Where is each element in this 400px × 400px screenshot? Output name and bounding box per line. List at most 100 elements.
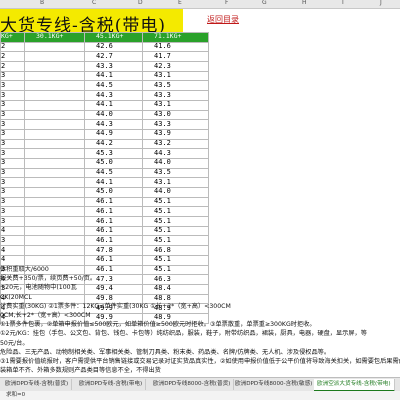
table-cell[interactable]: 3 (0, 90, 25, 101)
table-cell[interactable]: 3 (0, 235, 25, 247)
table-cell[interactable]: 45.1 (142, 216, 209, 227)
table-cell[interactable] (24, 206, 85, 218)
sheet-title-cell[interactable]: 大货专线-含税(带电) (0, 9, 183, 36)
table-cell[interactable]: 3 (0, 119, 25, 130)
table-cell[interactable]: 45.1 (142, 196, 209, 208)
table-cell[interactable]: 2 (0, 61, 25, 72)
table-cell[interactable]: 43.1 (142, 70, 209, 82)
table-cell[interactable]: 3 (0, 206, 25, 218)
sheet-tab[interactable]: 欧洲DPD专线-含税(带电) (76, 379, 147, 390)
table-cell[interactable]: 44.9 (84, 128, 143, 140)
table-cell[interactable]: 3 (0, 148, 25, 159)
table-cell[interactable]: 3 (0, 138, 25, 150)
table-cell[interactable]: 44.3 (142, 148, 209, 159)
table-cell[interactable]: 3 (0, 109, 25, 121)
table-cell[interactable]: 44.3 (84, 119, 143, 130)
column-header[interactable]: B (40, 0, 44, 6)
table-cell[interactable]: 4 (0, 245, 25, 256)
table-cell[interactable]: 44.2 (84, 138, 143, 150)
table-cell[interactable]: 43.3 (142, 119, 209, 130)
table-cell[interactable] (24, 177, 85, 188)
table-cell[interactable]: 44.5 (84, 167, 143, 179)
sheet-tab[interactable]: 欧洲DPD专线8000-含税(普货) (150, 379, 235, 390)
table-cell[interactable] (24, 138, 85, 150)
table-cell[interactable] (24, 216, 85, 227)
table-cell[interactable]: 3 (0, 177, 25, 188)
table-cell[interactable]: 3 (0, 167, 25, 179)
table-cell[interactable]: 2 (0, 51, 25, 63)
sheet-tab[interactable]: 欧洲DPD专线-含税(普货) (2, 379, 73, 390)
table-cell[interactable]: 2 (0, 41, 25, 53)
table-cell[interactable] (24, 119, 85, 130)
table-cell[interactable] (24, 187, 85, 198)
header-cell-kg[interactable]: KG+ (0, 32, 25, 43)
table-cell[interactable]: 43.3 (84, 61, 143, 72)
table-cell[interactable]: 44.1 (84, 70, 143, 82)
column-header[interactable]: H (302, 0, 307, 6)
table-cell[interactable]: 46.1 (84, 254, 143, 266)
table-cell[interactable]: 45.1 (142, 225, 209, 237)
table-cell[interactable] (24, 109, 85, 121)
table-cell[interactable] (24, 80, 85, 92)
back-to-index-link[interactable]: 返回目录 (207, 14, 239, 25)
sheet-tab[interactable]: 欧洲DPD专线8000-含税(敏感) (232, 379, 317, 390)
column-header[interactable]: D (138, 0, 143, 6)
table-cell[interactable]: 3 (0, 157, 25, 169)
table-cell[interactable] (24, 167, 85, 179)
column-header[interactable]: I (342, 0, 344, 6)
table-cell[interactable]: 44.1 (84, 99, 143, 111)
table-cell[interactable]: 43.2 (142, 138, 209, 150)
table-cell[interactable] (24, 148, 85, 159)
table-cell[interactable] (24, 235, 85, 247)
table-cell[interactable]: 4 (0, 254, 25, 266)
table-cell[interactable]: 44.1 (84, 177, 143, 188)
table-cell[interactable]: 45.1 (142, 254, 209, 266)
table-cell[interactable] (24, 128, 85, 140)
header-cell-45kg[interactable]: 45.1KG+ (84, 32, 143, 43)
header-cell-71kg[interactable]: 71.1KG+ (142, 32, 209, 43)
column-header[interactable]: J (380, 0, 382, 6)
table-cell[interactable]: 43.5 (142, 167, 209, 179)
table-cell[interactable]: 41.7 (142, 51, 209, 63)
table-cell[interactable]: 3 (0, 80, 25, 92)
table-cell[interactable]: 43.3 (142, 90, 209, 101)
column-header[interactable]: E (178, 0, 182, 6)
table-cell[interactable]: 45.1 (142, 235, 209, 247)
table-cell[interactable] (24, 157, 85, 169)
table-cell[interactable]: 43.5 (142, 80, 209, 92)
table-cell[interactable]: 45.3 (84, 148, 143, 159)
table-cell[interactable]: 3 (0, 216, 25, 227)
table-cell[interactable] (24, 90, 85, 101)
column-header[interactable]: F (225, 0, 228, 6)
table-cell[interactable] (24, 254, 85, 266)
table-cell[interactable] (24, 61, 85, 72)
table-cell[interactable] (24, 245, 85, 256)
table-cell[interactable]: 46.1 (84, 235, 143, 247)
table-cell[interactable]: 45.0 (84, 187, 143, 198)
table-cell[interactable]: 45.0 (84, 157, 143, 169)
table-cell[interactable]: 46.8 (142, 245, 209, 256)
header-cell-30kg[interactable]: 30.1KG+ (24, 32, 85, 43)
table-cell[interactable]: 44.5 (84, 80, 143, 92)
table-cell[interactable]: 3 (0, 128, 25, 140)
table-cell[interactable]: 46.1 (84, 196, 143, 208)
table-cell[interactable] (24, 225, 85, 237)
table-cell[interactable] (24, 70, 85, 82)
table-cell[interactable]: 3 (0, 187, 25, 198)
table-cell[interactable]: 43.1 (142, 177, 209, 188)
table-cell[interactable]: 4 (0, 225, 25, 237)
table-cell[interactable]: 42.3 (142, 61, 209, 72)
table-cell[interactable]: 44.0 (142, 157, 209, 169)
table-cell[interactable]: 44.0 (84, 109, 143, 121)
table-cell[interactable] (24, 99, 85, 111)
table-cell[interactable] (24, 41, 85, 53)
column-header[interactable]: C (92, 0, 96, 6)
table-cell[interactable]: 47.8 (84, 245, 143, 256)
table-cell[interactable]: 46.1 (84, 225, 143, 237)
column-header[interactable]: G (262, 0, 267, 6)
table-cell[interactable]: 3 (0, 99, 25, 111)
table-cell[interactable]: 43.1 (142, 99, 209, 111)
table-cell[interactable]: 43.9 (142, 128, 209, 140)
table-cell[interactable] (24, 196, 85, 208)
table-cell[interactable]: 46.1 (84, 216, 143, 227)
